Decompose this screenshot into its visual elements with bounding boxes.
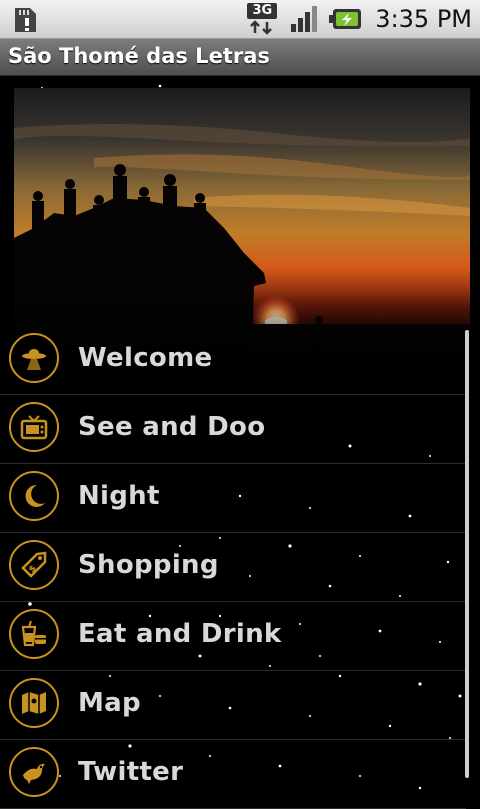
menu-item-see-and-doo[interactable]: See and Doo <box>0 395 466 464</box>
menu-item-label: Welcome <box>78 343 213 373</box>
clock: 3:35 PM <box>375 5 472 33</box>
title-bar: São Thomé das Letras <box>0 39 480 76</box>
list-scrollbar[interactable] <box>465 330 469 778</box>
menu-item-night[interactable]: Night <box>0 464 466 533</box>
menu-item-twitter[interactable]: Twitter <box>0 740 466 809</box>
menu-item-shopping[interactable]: $ Shopping <box>0 533 466 602</box>
menu-item-label: Map <box>78 688 141 718</box>
app-title: São Thomé das Letras <box>8 44 270 68</box>
drink-and-food-icon <box>9 609 59 659</box>
menu-item-label: Shopping <box>78 550 219 580</box>
tv-icon <box>9 402 59 452</box>
ufo-icon <box>9 333 59 383</box>
map-icon <box>9 678 59 728</box>
main-menu-list: Welcome See and Doo Night $ Shopping Eat… <box>0 326 466 809</box>
menu-item-welcome[interactable]: Welcome <box>0 326 466 395</box>
menu-item-eat-and-drink[interactable]: Eat and Drink <box>0 602 466 671</box>
battery-charging-icon <box>329 9 362 29</box>
bird-icon <box>9 747 59 797</box>
menu-item-label: Night <box>78 481 160 511</box>
signal-strength-icon <box>291 6 318 32</box>
menu-item-label: Twitter <box>78 757 184 787</box>
menu-item-map[interactable]: Map <box>0 671 466 740</box>
price-tag-icon: $ <box>9 540 59 590</box>
menu-item-label: Eat and Drink <box>78 619 282 649</box>
status-bar: 3G 3:35 PM <box>0 0 480 39</box>
3g-data-icon: 3G <box>247 3 281 35</box>
sd-card-alert-icon <box>15 8 36 32</box>
menu-item-label: See and Doo <box>78 412 266 442</box>
moon-icon <box>9 471 59 521</box>
